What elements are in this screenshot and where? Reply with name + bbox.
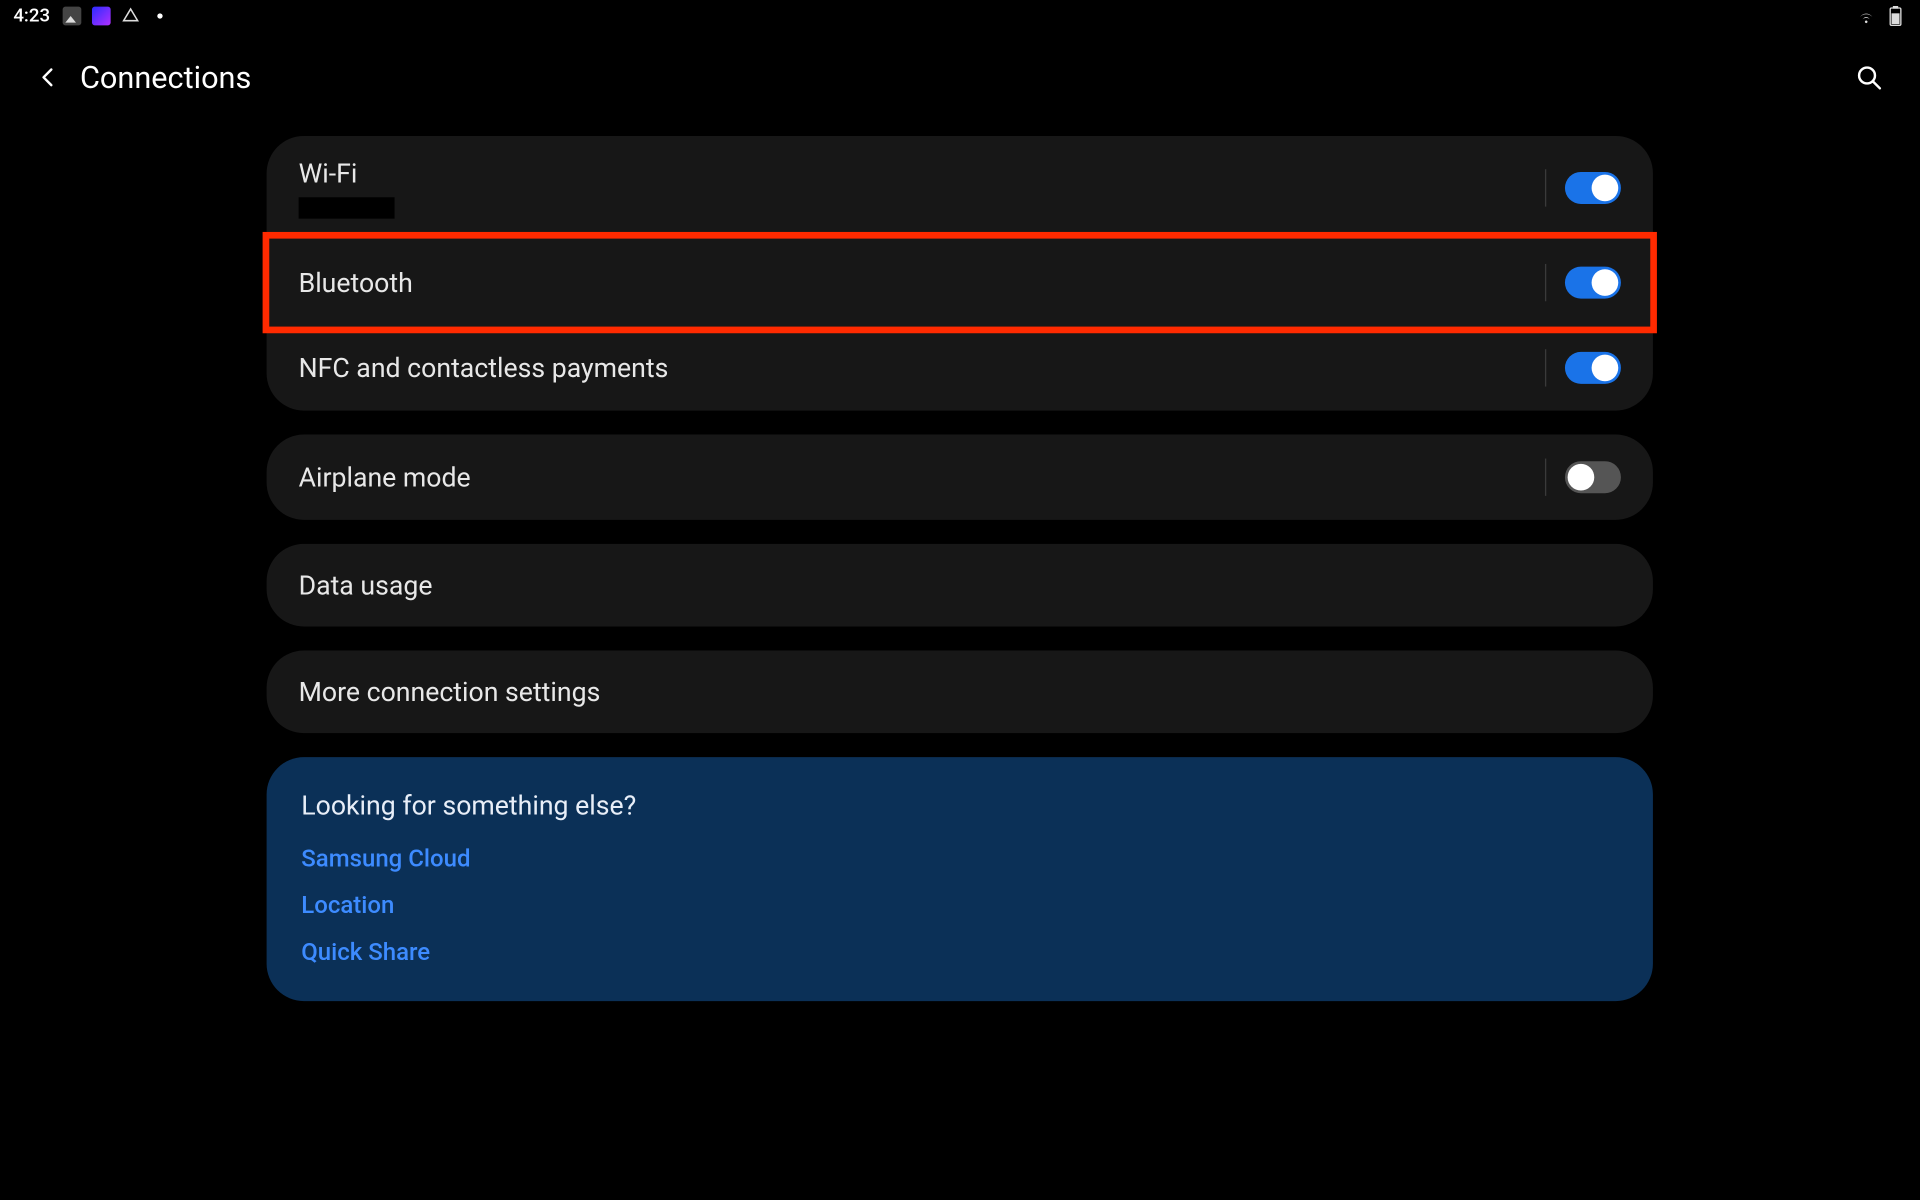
wifi-network-redacted	[299, 197, 395, 218]
nfc-toggle-divider	[1545, 349, 1546, 386]
more-notifications-dot	[157, 13, 162, 18]
more-settings-card: More connection settings	[267, 651, 1653, 734]
bluetooth-toggle[interactable]	[1565, 267, 1621, 299]
suggestions-title: Looking for something else?	[301, 789, 1618, 821]
nfc-toggle[interactable]	[1565, 352, 1621, 384]
status-right-icons	[1856, 5, 1907, 26]
data-usage-row[interactable]: Data usage	[267, 544, 1653, 627]
back-button[interactable]	[29, 59, 66, 96]
connections-card: Wi-Fi Bluetooth NFC and contactless paym…	[267, 136, 1653, 411]
airplane-toggle-divider	[1545, 459, 1546, 496]
gallery-icon	[61, 5, 82, 26]
bluetooth-toggle-divider	[1545, 264, 1546, 301]
wifi-toggle-divider	[1545, 169, 1546, 206]
bluetooth-row[interactable]: Bluetooth	[267, 240, 1653, 325]
drive-icon	[119, 5, 140, 26]
bluetooth-label: Bluetooth	[299, 267, 1537, 299]
data-usage-label: Data usage	[299, 569, 1621, 601]
page-header: Connections	[0, 32, 1920, 128]
data-usage-card: Data usage	[267, 544, 1653, 627]
battery-status-icon	[1885, 5, 1906, 26]
settings-content: Wi-Fi Bluetooth NFC and contactless paym…	[267, 128, 1653, 1001]
search-button[interactable]	[1848, 56, 1891, 99]
more-settings-row[interactable]: More connection settings	[267, 651, 1653, 734]
app-icon	[90, 5, 111, 26]
suggestion-link-quickshare[interactable]: Quick Share	[301, 938, 1618, 966]
more-settings-label: More connection settings	[299, 676, 1621, 708]
page-title: Connections	[80, 59, 251, 95]
suggestion-link-cloud[interactable]: Samsung Cloud	[301, 845, 1618, 873]
airplane-toggle[interactable]	[1565, 461, 1621, 493]
nfc-row[interactable]: NFC and contactless payments	[267, 325, 1653, 410]
status-left-icons	[61, 5, 162, 26]
airplane-label: Airplane mode	[299, 461, 1537, 493]
nfc-label: NFC and contactless payments	[299, 352, 1537, 384]
suggestions-card: Looking for something else? Samsung Clou…	[267, 757, 1653, 1001]
status-bar: 4:23	[0, 0, 1920, 32]
status-time: 4:23	[13, 5, 50, 26]
wifi-row[interactable]: Wi-Fi	[267, 136, 1653, 240]
wifi-label: Wi-Fi	[299, 157, 1537, 189]
wifi-status-icon	[1856, 5, 1877, 26]
suggestion-link-location[interactable]: Location	[301, 892, 1618, 920]
airplane-row[interactable]: Airplane mode	[267, 435, 1653, 520]
wifi-toggle[interactable]	[1565, 172, 1621, 204]
airplane-card: Airplane mode	[267, 435, 1653, 520]
